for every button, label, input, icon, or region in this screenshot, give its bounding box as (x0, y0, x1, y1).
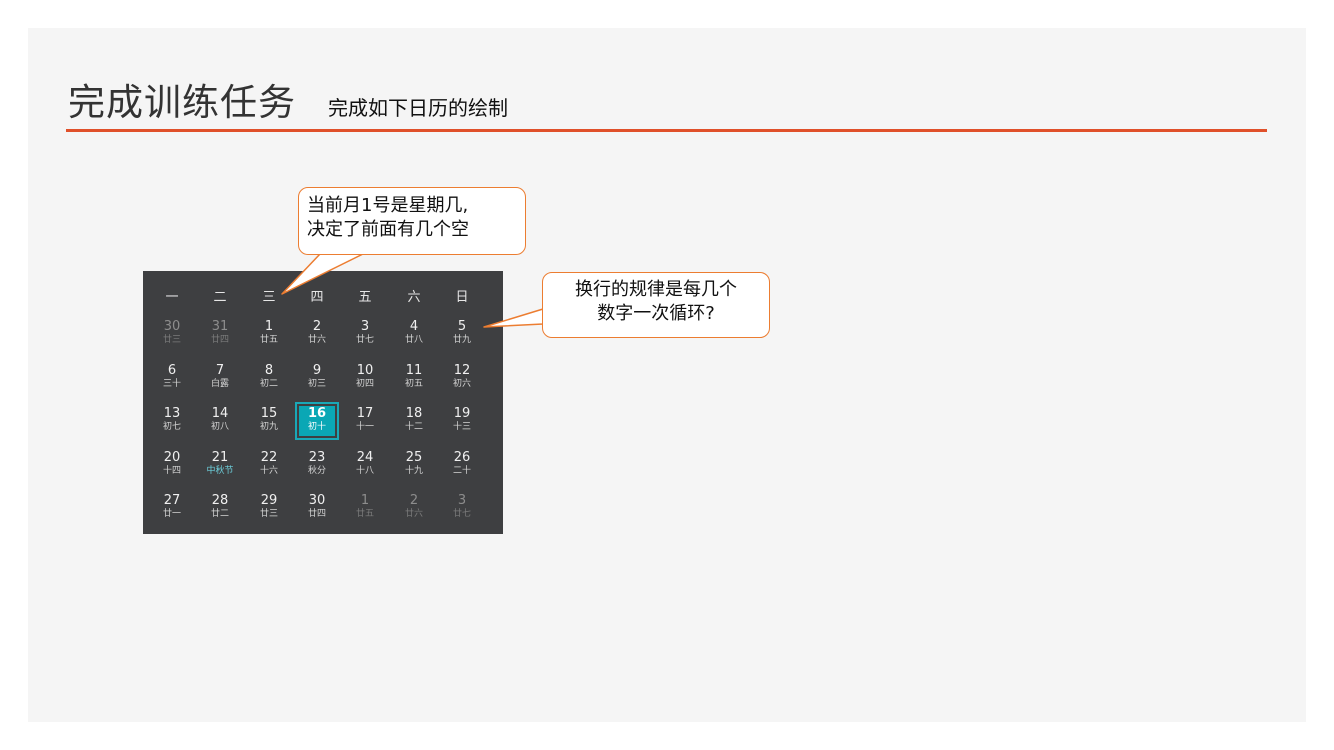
callout-tail-first (281, 253, 364, 295)
callout-first-line1: 当前月1号是星期几, (307, 195, 469, 216)
callout-first-weekday: 当前月1号是星期几, 决定了前面有几个空 (298, 187, 526, 255)
callout-second-line2: 数字一次循环? (597, 303, 715, 324)
callout-row-wrap: 换行的规律是每几个 数字一次循环? (542, 272, 770, 338)
callout-tail-second (483, 308, 544, 328)
callout-first-line2: 决定了前面有几个空 (307, 219, 469, 240)
callout-tails (281, 251, 546, 328)
slide: 完成训练任务 完成如下日历的绘制 一二三四五六日 30 廿三 31 廿四 1 廿五 2 廿六 3 廿… (28, 28, 1306, 722)
callout-second-line1: 换行的规律是每几个 (575, 279, 737, 300)
